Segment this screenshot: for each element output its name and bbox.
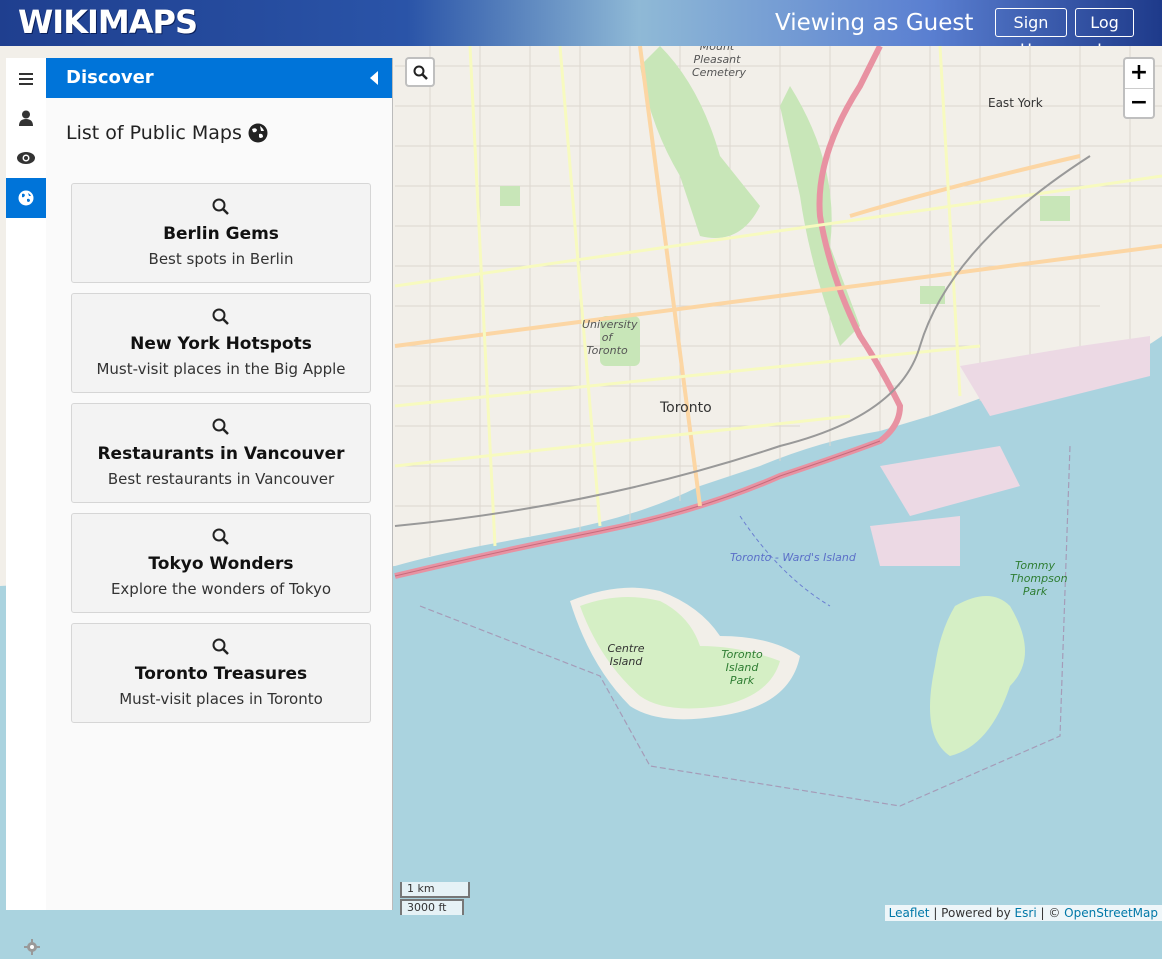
map-card-1[interactable]: New York Hotspots Must-visit places in t… bbox=[71, 293, 371, 393]
discover-pane: Discover List of Public Maps Berlin Gems… bbox=[46, 58, 393, 910]
map-label-cemetery: Mount Pleasant Cemetery bbox=[692, 46, 747, 79]
tab-view[interactable] bbox=[6, 138, 46, 178]
map-card-4[interactable]: Toronto Treasures Must-visit places in T… bbox=[71, 623, 371, 723]
search-icon bbox=[212, 528, 229, 545]
zoom-in-button[interactable]: + bbox=[1125, 59, 1153, 89]
gear-icon bbox=[24, 939, 40, 955]
map-label-toronto: Toronto bbox=[660, 400, 712, 416]
app-logo[interactable]: WIKIMAPS bbox=[18, 3, 198, 41]
sign-up-button[interactable]: Sign Up bbox=[995, 8, 1067, 59]
app-header: WIKIMAPS Viewing as Guest Sign Up Log In bbox=[0, 0, 1162, 59]
search-icon bbox=[212, 418, 229, 435]
list-title-text: List of Public Maps bbox=[66, 122, 242, 144]
map-attribution: Leaflet | Powered by Esri | © OpenStreet… bbox=[884, 905, 1162, 921]
map-card-0[interactable]: Berlin Gems Best spots in Berlin bbox=[71, 183, 371, 283]
globe-icon bbox=[248, 123, 268, 143]
search-icon bbox=[212, 308, 229, 325]
map-card-title: New York Hotspots bbox=[130, 334, 312, 354]
map-card-description: Must-visit places in Toronto bbox=[119, 690, 323, 708]
map-card-title: Restaurants in Vancouver bbox=[97, 444, 345, 464]
osm-link[interactable]: OpenStreetMap bbox=[1064, 906, 1158, 920]
tab-discover[interactable] bbox=[6, 178, 46, 218]
pane-header: Discover bbox=[46, 58, 392, 98]
map-search-button[interactable] bbox=[405, 57, 435, 87]
leaflet-link[interactable]: Leaflet bbox=[889, 906, 930, 920]
pane-title: Discover bbox=[66, 67, 154, 88]
zoom-out-button[interactable]: − bbox=[1125, 89, 1153, 118]
map-card-description: Best restaurants in Vancouver bbox=[107, 470, 335, 488]
map-label-east-york: East York bbox=[988, 96, 1043, 110]
map-card-2[interactable]: Restaurants in Vancouver Best restaurant… bbox=[71, 403, 371, 503]
sidebar-tabs bbox=[6, 58, 47, 955]
zoom-control: + − bbox=[1123, 57, 1155, 119]
map-card-title: Berlin Gems bbox=[163, 224, 279, 244]
scale-metric: 1 km bbox=[400, 882, 470, 898]
esri-link[interactable]: Esri bbox=[1015, 906, 1037, 920]
settings-tab[interactable] bbox=[24, 939, 40, 959]
user-icon bbox=[19, 110, 33, 126]
scale-imperial: 3000 ft bbox=[400, 899, 464, 915]
viewing-as-guest-label: Viewing as Guest bbox=[775, 10, 974, 36]
collapse-caret-icon[interactable] bbox=[370, 71, 378, 85]
map-label-ferry: Toronto - Ward's Island bbox=[730, 551, 856, 564]
map-label-university: University of Toronto bbox=[582, 318, 638, 357]
map-card-title: Tokyo Wonders bbox=[148, 554, 294, 574]
map-label-island-park: Toronto Island Park bbox=[721, 648, 763, 687]
eye-icon bbox=[17, 152, 35, 164]
search-icon bbox=[212, 638, 229, 655]
map-card-description: Best spots in Berlin bbox=[148, 250, 294, 268]
map-card-3[interactable]: Tokyo Wonders Explore the wonders of Tok… bbox=[71, 513, 371, 613]
globe-icon bbox=[18, 190, 34, 206]
attribution-sep: | © bbox=[1036, 906, 1065, 920]
map-label-centre-island: Centre Island bbox=[607, 642, 645, 668]
list-title: List of Public Maps bbox=[66, 122, 268, 144]
map-card-title: Toronto Treasures bbox=[134, 664, 308, 684]
tab-menu[interactable] bbox=[6, 58, 46, 98]
search-icon bbox=[212, 198, 229, 215]
tab-user[interactable] bbox=[6, 98, 46, 138]
search-icon bbox=[413, 65, 428, 80]
log-in-button[interactable]: Log In bbox=[1075, 8, 1134, 59]
map-card-description: Must-visit places in the Big Apple bbox=[96, 360, 346, 378]
attribution-powered: | Powered by bbox=[929, 906, 1015, 920]
map-card-description: Explore the wonders of Tokyo bbox=[110, 580, 332, 598]
menu-icon bbox=[19, 72, 33, 85]
map-label-tommy-thompson: Tommy Thompson Park bbox=[1010, 559, 1068, 598]
